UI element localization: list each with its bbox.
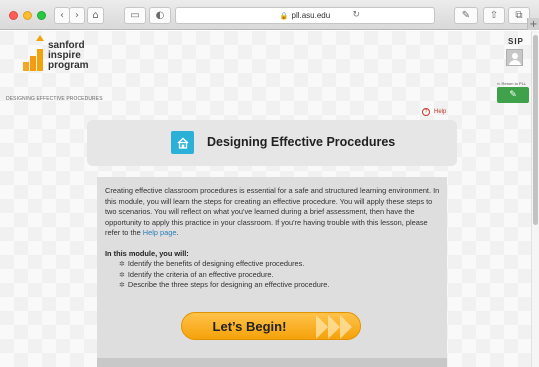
extension-icon: ◐ <box>155 10 165 21</box>
logo-bar <box>23 62 29 71</box>
bullet-icon: ✲ <box>119 260 125 268</box>
module-intro-card: Creating effective classroom procedures … <box>97 177 447 367</box>
logo-arrow-icon <box>36 35 44 41</box>
objectives-heading: In this module, you will: <box>105 249 189 258</box>
chevron-right-icon <box>328 315 340 339</box>
chevron-left-icon: ‹ <box>60 10 64 21</box>
chevron-right-icon <box>316 315 328 339</box>
reload-icon[interactable]: ↻ <box>352 10 360 20</box>
user-icon-body <box>509 60 521 65</box>
objectives-list: ✲ Identify the benefits of designing effe… <box>119 259 329 291</box>
scrollbar-thumb[interactable] <box>533 35 538 225</box>
new-tab-button[interactable]: + <box>527 18 539 30</box>
objective-text: Identify the criteria of an effective pr… <box>127 269 274 279</box>
home-icon: ⌂ <box>92 10 99 21</box>
objective-text: Identify the benefits of designing effec… <box>127 259 305 268</box>
logo-text: sanford inspire program <box>48 41 89 71</box>
help-page-link[interactable]: Help page <box>143 228 177 237</box>
module-title-bar: Designing Effective Procedures <box>87 120 457 166</box>
chevron-right-icon <box>340 315 352 339</box>
help-link[interactable]: ? Help <box>422 108 446 116</box>
close-window-button[interactable] <box>9 11 18 20</box>
sidebar-button[interactable]: ▭ <box>124 7 146 24</box>
list-item: ✲ Describe the three steps for designing … <box>119 280 329 291</box>
back-button[interactable]: ‹ <box>54 7 70 24</box>
sidebar-icon: ▭ <box>130 10 140 21</box>
extension-button[interactable]: ◐ <box>149 7 171 24</box>
share-icon: ⇧ <box>489 10 499 21</box>
url-text: pll.asu.edu <box>291 11 331 20</box>
browser-toolbar: ‹ › ⌂ ▭ ◐ 🔒 pll.asu.edu ↻ ✎ ⇧ ⧉ + <box>0 0 539 30</box>
lock-icon: 🔒 <box>279 11 289 20</box>
house-icon <box>171 131 194 154</box>
objective-text: Describe the three steps for designing a… <box>127 280 330 290</box>
list-item: ✲ Identify the criteria of an effective p… <box>119 270 329 281</box>
intro-end: . <box>176 228 179 238</box>
zoom-window-button[interactable] <box>37 11 46 20</box>
minimize-window-button[interactable] <box>23 11 32 20</box>
avatar[interactable] <box>506 49 523 66</box>
list-item: ✲ Identify the benefits of designing effe… <box>119 259 329 270</box>
intro-text: Creating effective classroom procedures … <box>105 186 443 239</box>
address-bar[interactable]: 🔒 pll.asu.edu ↻ <box>175 7 435 24</box>
help-label: Help <box>434 109 447 115</box>
help-icon: ? <box>422 108 430 116</box>
pen-icon: ✎ <box>461 10 471 21</box>
sanford-inspire-logo[interactable]: sanford inspire program <box>20 35 90 71</box>
share-button[interactable]: ⇧ <box>483 7 505 24</box>
page-content: sanford inspire program SIP ⇐ Return to … <box>0 31 539 367</box>
bullet-icon: ✲ <box>119 281 125 290</box>
user-initials: SIP <box>508 37 524 46</box>
tabs-icon: ⧉ <box>515 10 523 21</box>
lets-begin-button[interactable]: Let’s Begin! <box>181 312 361 340</box>
home-button[interactable]: ⌂ <box>87 7 104 24</box>
user-icon <box>512 53 518 59</box>
return-to-pll-link[interactable]: ⇐ Return to PLL <box>497 81 526 86</box>
bullet-icon: ✲ <box>119 270 125 279</box>
logo-bar <box>37 49 43 71</box>
breadcrumb: DESIGNING EFFECTIVE PROCEDURES <box>6 96 103 102</box>
logo-bar <box>30 56 36 71</box>
annotate-button[interactable]: ✎ <box>454 7 478 24</box>
chevron-right-icon: › <box>75 10 79 21</box>
pencil-icon: ✎ <box>509 90 517 100</box>
logo-line: program <box>48 60 89 71</box>
edit-button[interactable]: ✎ <box>497 87 529 103</box>
card-footer <box>97 358 447 367</box>
forward-button[interactable]: › <box>69 7 85 24</box>
lets-begin-label: Let’s Begin! <box>212 319 287 334</box>
page-title: Designing Effective Procedures <box>207 135 396 149</box>
page-scrollbar[interactable] <box>531 31 539 367</box>
